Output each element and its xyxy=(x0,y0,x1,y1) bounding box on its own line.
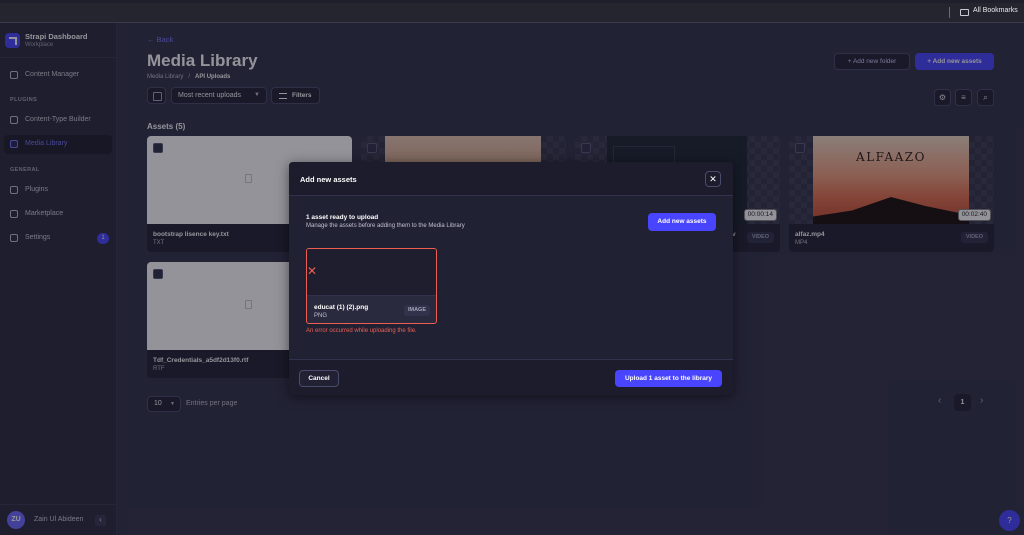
dialog-header: Add new assets ✕ xyxy=(289,162,733,196)
bookmarks-bar: All Bookmarks xyxy=(0,3,1024,23)
pending-asset-name: educat (1) (2).png xyxy=(314,304,369,311)
cancel-button[interactable]: Cancel xyxy=(299,370,339,387)
upload-to-library-button[interactable]: Upload 1 asset to the library xyxy=(615,370,722,387)
close-icon: ✕ xyxy=(709,174,717,184)
dialog-footer: Cancel Upload 1 asset to the library xyxy=(289,359,733,395)
close-button[interactable]: ✕ xyxy=(705,171,721,187)
assets-ready-title: 1 asset ready to upload xyxy=(306,214,379,221)
upload-error-message: An error occurred while uploading the fi… xyxy=(306,328,417,334)
dialog-title: Add new assets xyxy=(300,175,357,184)
assets-ready-subtitle: Manage the assets before adding them to … xyxy=(306,223,465,229)
folder-icon[interactable] xyxy=(960,9,969,16)
pending-asset-card[interactable]: ✕ educat (1) (2).png PNG IMAGE xyxy=(306,248,437,324)
dialog-add-assets-button[interactable]: Add new assets xyxy=(648,213,716,231)
pending-asset-type-tag: IMAGE xyxy=(403,305,430,316)
all-bookmarks-link[interactable]: All Bookmarks xyxy=(973,7,1018,14)
pending-asset-extension: PNG xyxy=(314,313,328,319)
add-assets-dialog: Add new assets ✕ 1 asset ready to upload… xyxy=(289,162,733,395)
bookmarks-separator xyxy=(949,7,950,18)
asset-preview: ✕ xyxy=(307,249,436,296)
error-icon: ✕ xyxy=(307,264,318,278)
